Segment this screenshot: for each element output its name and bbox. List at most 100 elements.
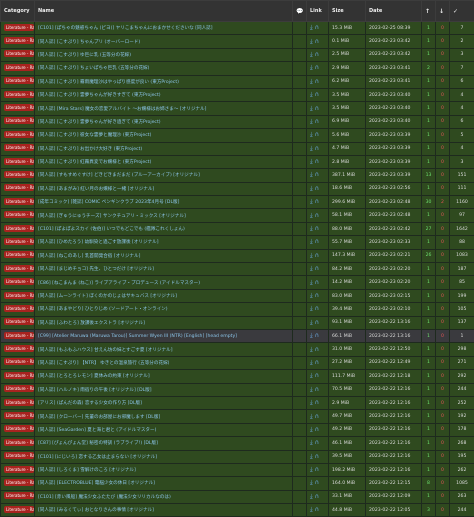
category-badge[interactable]: Literature - Raw [4, 64, 34, 71]
download-icon[interactable]: ⤓ [310, 24, 313, 31]
category-badge[interactable]: Literature - Raw [4, 479, 34, 486]
download-icon[interactable]: ⤓ [310, 479, 313, 486]
category-badge[interactable]: Literature - Raw [4, 171, 34, 178]
torrent-name-link[interactable]: [同人誌] [あまやどり] ひとりじめ (ソードアート・オンライン) [35, 303, 293, 316]
download-icon[interactable]: ⤓ [310, 453, 313, 460]
category-badge[interactable]: Literature - Raw [4, 305, 34, 312]
torrent-name-link[interactable]: [同人誌] [みるくてぃ] おとなりさんの事情 [オリジナル] [35, 504, 293, 517]
magnet-icon[interactable]: ∩ [315, 319, 319, 326]
download-icon[interactable]: ⤓ [310, 399, 313, 406]
download-icon[interactable]: ⤓ [310, 493, 313, 500]
download-icon[interactable]: ⤓ [310, 51, 313, 58]
download-icon[interactable]: ⤓ [310, 359, 313, 366]
magnet-icon[interactable]: ∩ [315, 198, 319, 205]
magnet-icon[interactable]: ∩ [315, 145, 319, 152]
download-icon[interactable]: ⤓ [310, 386, 313, 393]
download-icon[interactable]: ⤓ [310, 372, 313, 379]
download-icon[interactable]: ⤓ [310, 252, 313, 259]
download-icon[interactable]: ⤓ [310, 225, 313, 232]
magnet-icon[interactable]: ∩ [315, 386, 319, 393]
category-badge[interactable]: Literature - Raw [4, 144, 34, 151]
magnet-icon[interactable]: ∩ [315, 466, 319, 473]
torrent-name-link[interactable]: [C101] [にじいろ] 恋する乙女は止まらない [オリジナル] [35, 450, 293, 463]
magnet-icon[interactable]: ∩ [315, 506, 319, 513]
magnet-icon[interactable]: ∩ [315, 453, 319, 460]
category-badge[interactable]: Literature - Raw [4, 198, 34, 205]
torrent-name-link[interactable]: [C99] [Atelier Maruwa (Maruwa Tarou)] Su… [35, 329, 293, 342]
magnet-icon[interactable]: ∩ [315, 131, 319, 138]
download-icon[interactable]: ⤓ [310, 105, 313, 112]
torrent-name-link[interactable]: [同人誌] [Mira Stars] 魔女の恋愛アルバイト ～お嬢様はお姉さま～… [35, 102, 293, 115]
torrent-name-link[interactable]: [同人誌] [あまがみ] 紅い月のお嬢様と一緒 [オリジナル] [35, 182, 293, 195]
column-header-comments[interactable]: 💬 [293, 1, 307, 22]
magnet-icon[interactable]: ∩ [315, 24, 319, 31]
download-icon[interactable]: ⤓ [310, 38, 313, 45]
category-badge[interactable]: Literature - Raw [4, 104, 34, 111]
category-badge[interactable]: Literature - Raw [4, 318, 34, 325]
category-badge[interactable]: Literature - Raw [4, 24, 34, 31]
magnet-icon[interactable]: ∩ [315, 212, 319, 219]
download-icon[interactable]: ⤓ [310, 413, 313, 420]
magnet-icon[interactable]: ∩ [315, 332, 319, 339]
torrent-name-link[interactable]: [同人誌] [しろくま] 雪解けのころ [オリジナル] [35, 463, 293, 476]
download-icon[interactable]: ⤓ [310, 78, 313, 85]
category-badge[interactable]: Literature - Raw [4, 225, 34, 232]
torrent-name-link[interactable]: [C101] [ぽよぽよスカイ (佐伯)] いつでもどこでも (艦隊これくしょん… [35, 222, 293, 235]
category-badge[interactable]: Literature - Raw [4, 278, 34, 285]
download-icon[interactable]: ⤓ [310, 439, 313, 446]
torrent-name-link[interactable]: [C87] [ぴょんぴょん堂] 秘密の特訓 (ラブライブ!) [DL版] [35, 437, 293, 450]
category-badge[interactable]: Literature - Raw [4, 332, 34, 339]
column-header-completed[interactable]: ✓ [450, 1, 474, 22]
magnet-icon[interactable]: ∩ [315, 493, 319, 500]
torrent-name-link[interactable]: [C86] [ねこまんま (ねこ)] ライブアライブ・プロデュース (アイドルマ… [35, 276, 293, 289]
torrent-name-link[interactable]: [同人誌] [SeaGarden] 夏と海と君と (アイドルマスター) [35, 423, 293, 436]
torrent-name-link[interactable]: [同人誌] [こすぷり] 霊夢ちゃんが好き過ぎて (東方Project) [35, 115, 293, 128]
category-badge[interactable]: Literature - Raw [4, 211, 34, 218]
magnet-icon[interactable]: ∩ [315, 399, 319, 406]
download-icon[interactable]: ⤓ [310, 91, 313, 98]
category-badge[interactable]: Literature - Raw [4, 77, 34, 84]
category-badge[interactable]: Literature - Raw [4, 358, 34, 365]
download-icon[interactable]: ⤓ [310, 118, 313, 125]
magnet-icon[interactable]: ∩ [315, 479, 319, 486]
magnet-icon[interactable]: ∩ [315, 185, 319, 192]
torrent-name-link[interactable]: [同人誌] [こすぷり] ちゃんプリ (オーバーロード) [35, 35, 293, 48]
torrent-name-link[interactable]: [同人誌] [ムーンライト] ぼくのかのじょはサキュバス [オリジナル] [35, 289, 293, 302]
torrent-name-link[interactable]: [同人誌] [クローバー] 先輩のお部屋にお邪魔します [DL版] [35, 410, 293, 423]
magnet-icon[interactable]: ∩ [315, 118, 319, 125]
magnet-icon[interactable]: ∩ [315, 171, 319, 178]
download-icon[interactable]: ⤓ [310, 145, 313, 152]
download-icon[interactable]: ⤓ [310, 198, 313, 205]
magnet-icon[interactable]: ∩ [315, 346, 319, 353]
download-icon[interactable]: ⤓ [310, 319, 313, 326]
torrent-name-link[interactable]: [同人誌] [こすぷり] お出かけ大好き (東方Project) [35, 142, 293, 155]
category-badge[interactable]: Literature - Raw [4, 399, 34, 406]
category-badge[interactable]: Literature - Raw [4, 385, 34, 392]
category-badge[interactable]: Literature - Raw [4, 506, 34, 513]
torrent-name-link[interactable]: [成年コミック] [雑誌] COMIC ペンギンクラブ 2023年4月号 [DL… [35, 196, 293, 209]
download-icon[interactable]: ⤓ [310, 158, 313, 165]
column-header-leechers[interactable]: ↓ [436, 1, 450, 22]
torrent-name-link[interactable]: [同人誌] [こすぷり] ゆ巨に乳 (五等分の花嫁) [35, 48, 293, 61]
magnet-icon[interactable]: ∩ [315, 265, 319, 272]
magnet-icon[interactable]: ∩ [315, 279, 319, 286]
column-header-seeders[interactable]: ↑ [422, 1, 436, 22]
magnet-icon[interactable]: ∩ [315, 439, 319, 446]
torrent-name-link[interactable]: [同人誌] [ひめたろう] 幼馴染と過ごす放課後 [オリジナル] [35, 236, 293, 249]
category-badge[interactable]: Literature - Raw [4, 425, 34, 432]
magnet-icon[interactable]: ∩ [315, 51, 319, 58]
download-icon[interactable]: ⤓ [310, 332, 313, 339]
category-badge[interactable]: Literature - Raw [4, 265, 34, 272]
category-badge[interactable]: Literature - Raw [4, 492, 34, 499]
category-badge[interactable]: Literature - Raw [4, 292, 34, 299]
category-badge[interactable]: Literature - Raw [4, 452, 34, 459]
magnet-icon[interactable]: ∩ [315, 38, 319, 45]
category-badge[interactable]: Literature - Raw [4, 50, 34, 57]
category-badge[interactable]: Literature - Raw [4, 372, 34, 379]
download-icon[interactable]: ⤓ [310, 185, 313, 192]
magnet-icon[interactable]: ∩ [315, 359, 319, 366]
download-icon[interactable]: ⤓ [310, 305, 313, 312]
torrent-name-link[interactable]: [同人誌] [こすぷり] 霧雨魔理沙はやっぱり感度が良い (東方Project) [35, 75, 293, 88]
torrent-name-link[interactable]: [C101] [ぽちゃの魅惑ちゃん (ピヨ)] ヤリこまちゃんにおまかせください… [35, 22, 293, 35]
torrent-name-link[interactable]: [同人誌] [こすぷり] 彼女な霊夢と魔理沙 (東方Project) [35, 129, 293, 142]
